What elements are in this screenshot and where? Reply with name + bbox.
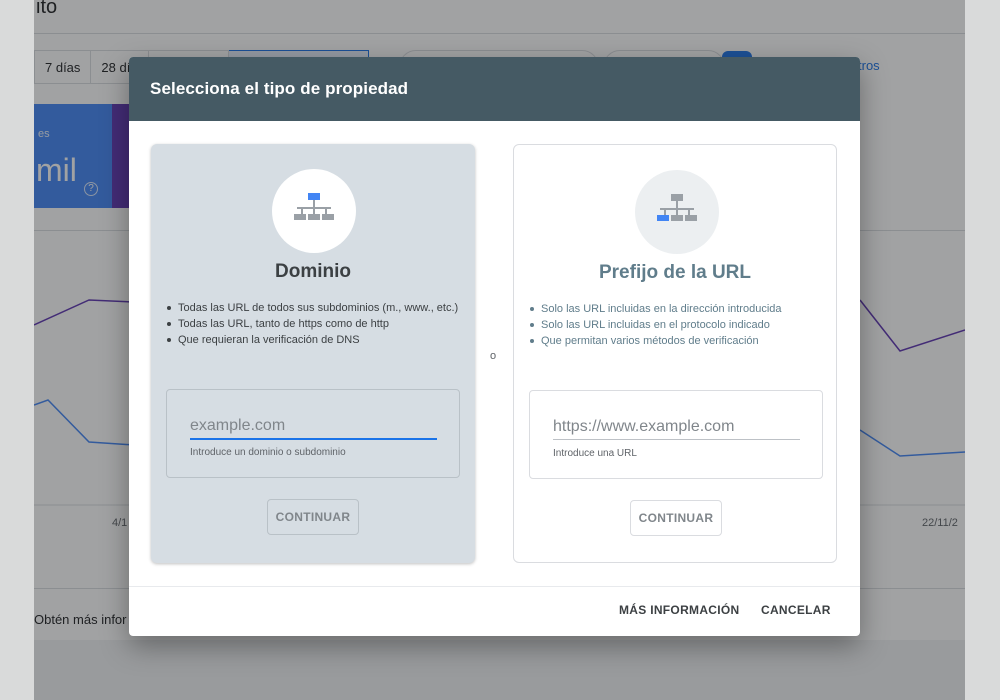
dialog-body: Dominio Todas las URL de todos sus subdo… [129,121,860,586]
domain-input[interactable] [190,413,437,439]
list-item: Que requieran la verificación de DNS [165,332,465,348]
domain-input-hint: Introduce un dominio o subdominio [190,447,346,458]
domain-input-box: Introduce un dominio o subdominio [166,389,460,478]
url-prefix-input-box: Introduce una URL [529,390,823,479]
domain-panel[interactable]: Dominio Todas las URL de todos sus subdo… [151,144,475,563]
list-item: Todas las URL de todos sus subdominios (… [165,300,465,316]
cancel-button[interactable]: CANCELAR [761,603,831,617]
list-item: Solo las URL incluidas en el protocolo i… [528,317,828,333]
page-margin-left [0,0,34,700]
list-item: Todas las URL, tanto de https como de ht… [165,316,465,332]
or-separator: o [490,350,497,362]
url-prefix-bullet-list: Solo las URL incluidas en la dirección i… [528,301,828,349]
dialog-header: Selecciona el tipo de propiedad [129,57,860,121]
dialog-title: Selecciona el tipo de propiedad [150,79,409,98]
domain-icon-circle [272,169,356,253]
url-prefix-input-underline [553,439,800,440]
sitemap-icon [657,194,697,221]
domain-input-underline [190,438,437,440]
list-item: Que permitan varios métodos de verificac… [528,333,828,349]
url-prefix-icon-circle [635,170,719,254]
url-prefix-panel[interactable]: Prefijo de la URL Solo las URL incluidas… [513,144,837,563]
domain-continue-button[interactable]: CONTINUAR [267,499,359,535]
dialog-footer: MÁS INFORMACIÓN CANCELAR [129,586,860,636]
list-item: Solo las URL incluidas en la dirección i… [528,301,828,317]
property-type-dialog: Selecciona el tipo de propiedad Dominio [129,57,860,636]
domain-title: Dominio [275,261,351,282]
more-info-button[interactable]: MÁS INFORMACIÓN [619,603,740,617]
url-prefix-continue-button[interactable]: CONTINUAR [630,500,722,536]
url-prefix-input[interactable] [553,414,800,440]
sitemap-icon [294,193,334,220]
url-prefix-input-hint: Introduce una URL [553,448,637,459]
domain-bullet-list: Todas las URL de todos sus subdominios (… [165,300,465,348]
page-margin-right [965,0,1000,700]
url-prefix-title: Prefijo de la URL [598,262,752,283]
